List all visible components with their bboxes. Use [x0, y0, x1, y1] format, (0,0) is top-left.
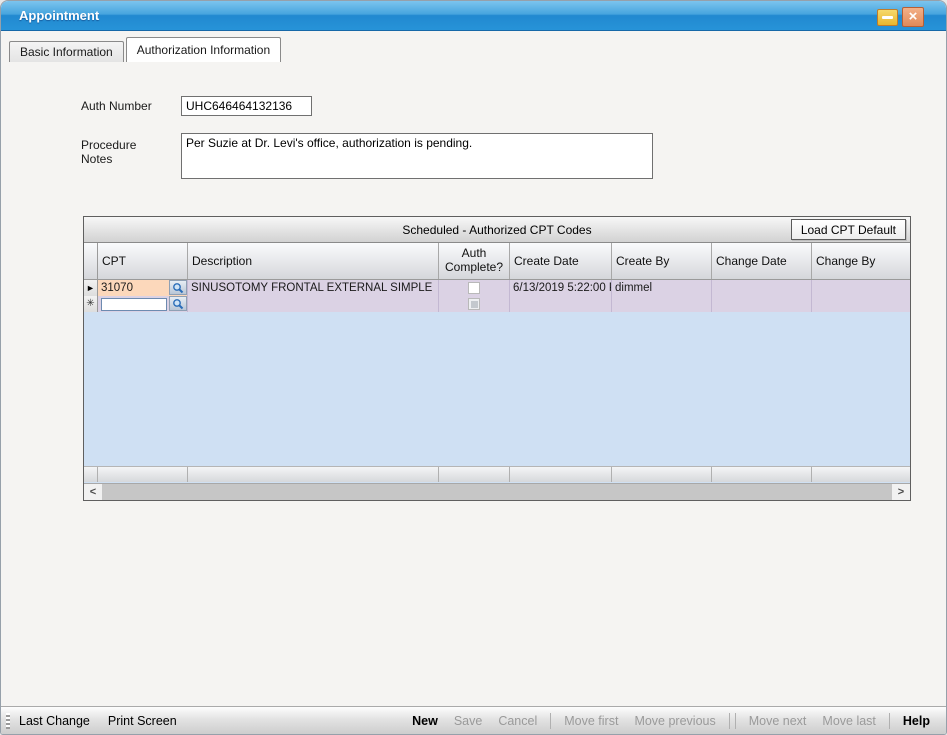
footer-cell — [510, 467, 612, 482]
cpt-value: 31070 — [101, 282, 133, 294]
load-cpt-default-button[interactable]: Load CPT Default — [791, 219, 906, 240]
move-previous-button[interactable]: Move previous — [634, 714, 715, 728]
cpt-lookup-button[interactable] — [169, 280, 187, 295]
footer-cell — [712, 467, 812, 482]
row-indicator-cell: ✳ — [84, 296, 98, 312]
footer-cell — [612, 467, 712, 482]
header-cpt[interactable]: CPT — [98, 243, 188, 279]
description-cell[interactable]: SINUSOTOMY FRONTAL EXTERNAL SIMPLE — [188, 280, 439, 296]
table-row[interactable]: ► 31070 SINUSOTOMY FRONTAL EXTERNAL SIMP… — [84, 280, 910, 296]
header-description[interactable]: Description — [188, 243, 439, 279]
separator — [550, 713, 551, 729]
header-change-date[interactable]: Change Date — [712, 243, 812, 279]
new-row-asterisk-icon: ✳ — [86, 299, 94, 309]
grid-empty-area — [84, 312, 910, 466]
row-indicator-cell: ► — [84, 280, 98, 296]
auth-complete-cell[interactable] — [439, 280, 510, 296]
footer-cell — [98, 467, 188, 482]
new-cpt-input[interactable] — [101, 298, 167, 311]
new-button[interactable]: New — [412, 714, 438, 728]
appointment-window: Appointment × Basic Information Authoriz… — [0, 0, 947, 735]
tab-strip: Basic Information Authorization Informat… — [1, 32, 946, 62]
footer-cell — [439, 467, 510, 482]
cpt-cell[interactable] — [98, 296, 188, 312]
auth-number-input[interactable] — [181, 96, 312, 116]
grid-caption-text: Scheduled - Authorized CPT Codes — [402, 223, 591, 237]
change-date-cell[interactable] — [712, 280, 812, 296]
print-screen-button[interactable]: Print Screen — [108, 714, 177, 728]
minimize-button[interactable] — [877, 9, 898, 26]
close-button[interactable]: × — [902, 7, 924, 27]
window-title: Appointment — [19, 8, 99, 23]
create-date-cell[interactable] — [510, 296, 612, 312]
grid-footer-row — [84, 466, 910, 482]
tab-label: Basic Information — [20, 45, 113, 59]
magnifier-icon — [172, 298, 184, 310]
header-create-date[interactable]: Create Date — [510, 243, 612, 279]
tab-authorization-information[interactable]: Authorization Information — [126, 37, 281, 62]
tab-label: Authorization Information — [137, 43, 270, 57]
grid-caption-bar: Scheduled - Authorized CPT Codes Load CP… — [84, 217, 910, 243]
new-row[interactable]: ✳ — [84, 296, 910, 312]
create-by-cell[interactable] — [612, 296, 712, 312]
move-first-button[interactable]: Move first — [564, 714, 618, 728]
last-change-button[interactable]: Last Change — [19, 714, 90, 728]
cpt-cell[interactable]: 31070 — [98, 280, 188, 296]
current-row-arrow-icon: ► — [86, 284, 95, 293]
close-icon: × — [909, 8, 918, 25]
auth-complete-cell[interactable] — [439, 296, 510, 312]
scroll-left-button[interactable]: < — [84, 484, 102, 500]
procedure-notes-textarea[interactable] — [181, 133, 653, 179]
create-date-cell[interactable]: 6/13/2019 5:22:00 PM — [510, 280, 612, 296]
status-bar-actions: New Save Cancel Move first Move previous… — [404, 713, 938, 729]
separator — [889, 713, 890, 729]
footer-cell — [812, 467, 910, 482]
cpt-lookup-button[interactable] — [169, 296, 187, 311]
procedure-notes-label: Procedure Notes — [81, 138, 161, 166]
status-bar: Last Change Print Screen New Save Cancel… — [1, 706, 946, 734]
scroll-right-icon: > — [898, 486, 904, 498]
footer-cell — [188, 467, 439, 482]
grid-header-row: CPT Description Auth Complete? Create Da… — [84, 243, 910, 280]
header-change-by[interactable]: Change By — [812, 243, 910, 279]
save-button[interactable]: Save — [454, 714, 483, 728]
auth-complete-checkbox[interactable] — [468, 298, 480, 310]
scroll-right-button[interactable]: > — [892, 484, 910, 500]
separator — [729, 713, 730, 729]
change-date-cell[interactable] — [712, 296, 812, 312]
minimize-icon — [882, 16, 893, 19]
help-button[interactable]: Help — [903, 714, 930, 728]
title-bar[interactable]: Appointment × — [1, 1, 946, 31]
tab-basic-information[interactable]: Basic Information — [9, 41, 124, 62]
header-indicator — [84, 243, 98, 279]
separator — [735, 713, 736, 729]
horizontal-scrollbar[interactable]: < > — [84, 483, 910, 500]
magnifier-icon — [172, 282, 184, 294]
cpt-codes-grid: Scheduled - Authorized CPT Codes Load CP… — [83, 216, 911, 501]
auth-complete-checkbox[interactable] — [468, 282, 480, 294]
change-by-cell[interactable] — [812, 296, 910, 312]
footer-cell — [84, 467, 98, 482]
cancel-button[interactable]: Cancel — [498, 714, 537, 728]
header-auth-complete[interactable]: Auth Complete? — [439, 243, 510, 279]
description-cell[interactable] — [188, 296, 439, 312]
toolbar-grip — [6, 713, 10, 729]
auth-number-label: Auth Number — [81, 99, 152, 113]
header-create-by[interactable]: Create By — [612, 243, 712, 279]
move-next-button[interactable]: Move next — [749, 714, 807, 728]
scroll-left-icon: < — [90, 486, 96, 498]
create-by-cell[interactable]: dimmel — [612, 280, 712, 296]
move-last-button[interactable]: Move last — [822, 714, 876, 728]
change-by-cell[interactable] — [812, 280, 910, 296]
